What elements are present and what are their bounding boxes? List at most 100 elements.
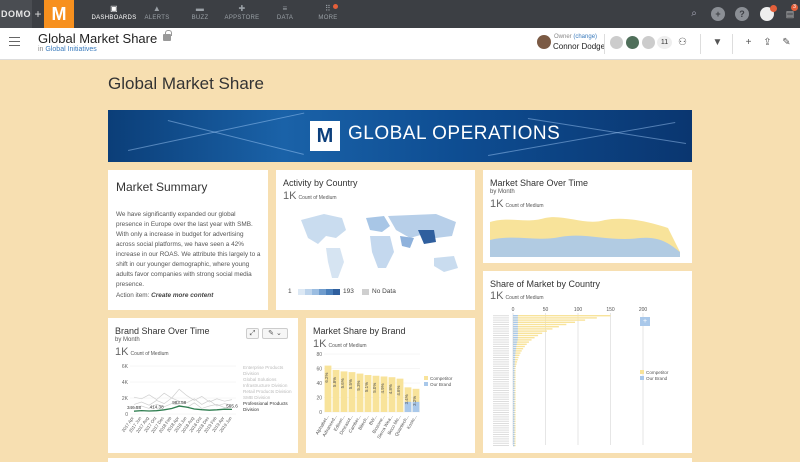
breadcrumb-link[interactable]: Global Initiatives xyxy=(45,46,96,53)
wrench-icon[interactable]: ✎ xyxy=(780,36,793,49)
y-tick-label xyxy=(493,341,509,343)
bar-our-brand xyxy=(513,378,515,381)
bar-our-brand xyxy=(513,348,517,350)
y-tick-label: 6K xyxy=(122,364,129,370)
action-link[interactable]: Create more content xyxy=(151,292,213,299)
y-tick-label xyxy=(493,445,509,446)
breadcrumb: in Global Initiatives xyxy=(38,46,97,53)
bar-competitor xyxy=(372,375,380,412)
shared-user-avatar[interactable] xyxy=(610,36,623,49)
bar-chart[interactable]: 8060402006.2%Alphabet...5.8%Advanced...5… xyxy=(308,352,424,450)
nav-more[interactable]: ⠿ MORE xyxy=(300,3,356,27)
card-brand-share-over-time[interactable]: Brand Share Over Time by Month 1K Count o… xyxy=(108,318,298,453)
menu-icon[interactable] xyxy=(9,37,20,46)
legend-nodata: No Data xyxy=(372,288,396,295)
data-label: 5.3% xyxy=(356,380,361,390)
card-tools-button[interactable]: ✎ ⌄ xyxy=(262,328,288,339)
metric-value: 1K xyxy=(283,190,297,202)
bar-competitor xyxy=(513,323,567,326)
y-tick-label: 20 xyxy=(316,396,322,402)
y-tick-label xyxy=(493,361,509,363)
metric-unit: Count of Medium xyxy=(505,295,544,301)
card-market-share-by-brand[interactable]: Market Share by Brand 1K Count of Medium … xyxy=(306,318,475,453)
bar-our-brand xyxy=(513,398,515,400)
bar-competitor xyxy=(356,373,364,412)
y-tick-label: 4K xyxy=(122,380,129,386)
data-label: 5.5% xyxy=(348,379,353,389)
expand-plus-icon[interactable]: + xyxy=(640,317,650,326)
legend-our-brand: Our Brand xyxy=(430,382,452,387)
horizontal-bar-chart[interactable]: 0 50 100 150 200 xyxy=(487,303,647,449)
bar-our-brand xyxy=(513,433,515,436)
y-tick-label: 80 xyxy=(316,352,322,358)
share-icon[interactable]: ⇪ xyxy=(761,36,774,49)
y-tick-label xyxy=(493,440,509,442)
y-tick-label xyxy=(493,403,509,405)
domo-logo[interactable]: DOMO xyxy=(0,0,32,28)
add-user-icon[interactable]: ⚇ xyxy=(676,36,689,49)
bar-our-brand xyxy=(513,323,518,326)
data-label: 3.2% xyxy=(412,396,417,406)
shared-user-avatar[interactable] xyxy=(626,36,639,49)
y-tick-label xyxy=(493,420,509,422)
x-tick-label: 150 xyxy=(606,307,615,313)
expand-button[interactable]: ⤢ xyxy=(246,328,259,339)
bar-our-brand xyxy=(513,330,518,332)
area-chart[interactable] xyxy=(490,212,685,257)
bar-our-brand xyxy=(513,420,515,422)
more-notification-dot xyxy=(333,4,338,9)
card-metric: 1K Count of Medium xyxy=(490,290,544,302)
card-market-share-over-time[interactable]: Market Share Over Time by Month 1K Count … xyxy=(483,170,692,263)
legend-item: Enterprise Products Division xyxy=(243,365,284,376)
owner-change-link[interactable]: (change) xyxy=(573,34,597,40)
x-tick-label: 0 xyxy=(512,307,515,313)
page-title: Global Market Share xyxy=(38,31,158,46)
y-tick-label xyxy=(493,330,509,332)
search-icon[interactable]: ⌕ xyxy=(687,7,701,21)
shared-user-avatar[interactable] xyxy=(642,36,655,49)
line-chart[interactable]: 6K4K2K0346.58 414.38983.58565.62017 Apr20… xyxy=(112,362,240,450)
y-tick-label xyxy=(493,412,509,413)
bar-our-brand xyxy=(513,321,518,323)
metric-value: 1K xyxy=(490,290,504,302)
bar-our-brand xyxy=(513,409,515,411)
add-card-icon[interactable]: + xyxy=(742,36,755,49)
y-tick-label xyxy=(493,398,509,400)
bar-our-brand xyxy=(513,350,516,352)
shared-user-count[interactable]: 11 xyxy=(657,36,672,49)
card-title: Market Summary xyxy=(116,180,208,194)
brand-logo[interactable]: M xyxy=(44,0,74,28)
data-label: 346.58 xyxy=(127,405,141,410)
divider xyxy=(732,34,733,54)
legend-swatch xyxy=(319,289,326,295)
lock-icon[interactable] xyxy=(163,30,172,41)
bar-our-brand xyxy=(513,389,515,392)
divider xyxy=(604,34,605,54)
y-tick-label xyxy=(493,370,509,372)
bar-our-brand xyxy=(513,405,515,407)
world-map[interactable] xyxy=(296,208,466,284)
card-activity-by-country[interactable]: Activity by Country 1K Count of Medium 1 … xyxy=(276,170,475,310)
y-tick-label xyxy=(493,387,509,389)
filter-icon[interactable]: ▼ xyxy=(711,36,724,49)
data-label: 983.58 xyxy=(172,400,186,405)
bar-our-brand xyxy=(513,436,515,438)
data-label: 5.1% xyxy=(364,382,369,392)
help-icon[interactable]: ? xyxy=(735,7,749,21)
y-tick-label xyxy=(493,352,509,354)
legend-our-brand: Our Brand xyxy=(646,376,668,381)
bar-our-brand xyxy=(513,343,517,345)
add-icon[interactable]: + xyxy=(711,7,725,21)
y-tick-label: 60 xyxy=(316,367,322,373)
y-tick-label xyxy=(493,436,509,438)
bar-competitor xyxy=(513,315,611,317)
legend-swatch xyxy=(333,289,340,295)
card-share-by-country[interactable]: Share of Market by Country 1K Count of Me… xyxy=(483,271,692,453)
profile-badge-dot xyxy=(770,5,777,12)
y-tick-label xyxy=(493,438,509,440)
bar-our-brand xyxy=(513,365,515,367)
metric-value: 1K xyxy=(313,338,327,350)
create-button[interactable]: + xyxy=(32,0,44,28)
bar-our-brand xyxy=(513,339,518,341)
card-market-summary[interactable]: Market Summary We have significantly exp… xyxy=(108,170,268,310)
